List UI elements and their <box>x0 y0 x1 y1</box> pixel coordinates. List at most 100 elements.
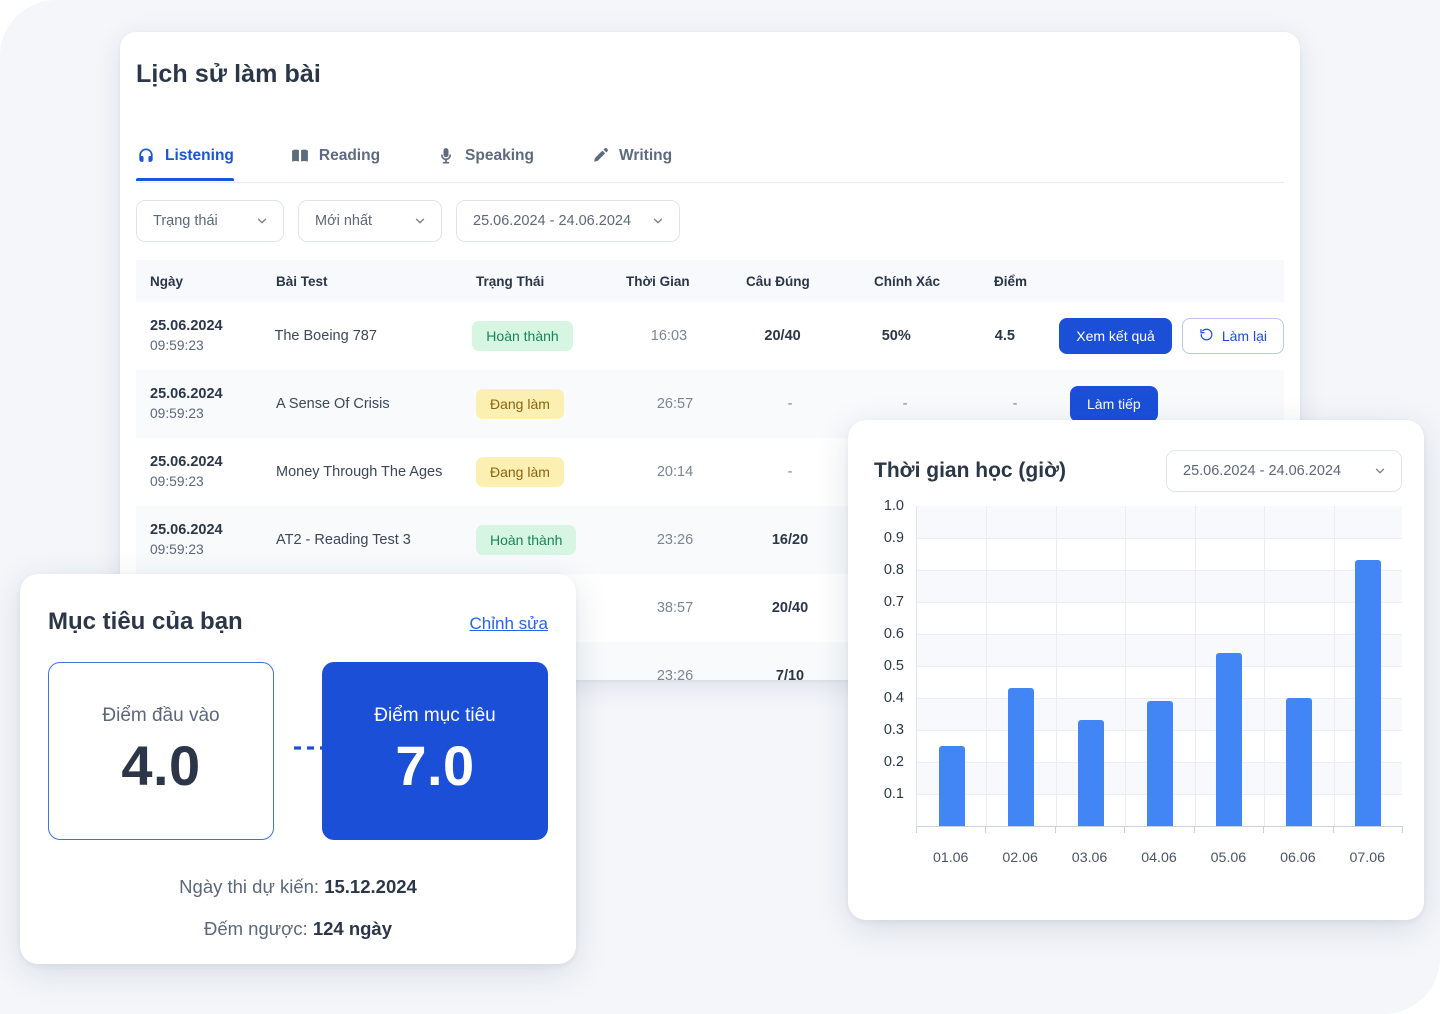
tab-speaking[interactable]: Speaking <box>436 132 534 180</box>
countdown-line: Đếm ngược: 124 ngày <box>20 908 576 950</box>
chart-date-range-select[interactable]: 25.06.2024 - 24.06.2024 <box>1166 450 1402 492</box>
chart-y-axis: 1.0 0.9 0.8 0.7 0.6 0.5 0.4 0.3 0.2 0.1 <box>870 498 912 826</box>
status-badge: Hoàn thành <box>472 321 573 351</box>
entry-score-box: Điểm đầu vào 4.0 <box>48 662 274 840</box>
cell-actions: Xem kết quả Làm lại <box>1059 318 1284 354</box>
chart-canvas <box>916 506 1402 826</box>
sort-filter-select[interactable]: Mới nhất <box>298 200 442 242</box>
chart-gridline-v <box>1264 506 1266 826</box>
chart-x-tick-mark <box>916 826 917 833</box>
chart-y-tick-label: 0.2 <box>883 754 904 770</box>
cell-test-name: AT2 - Reading Test 3 <box>276 531 411 548</box>
chart-gridline-v <box>1333 506 1335 826</box>
date-range-filter-select[interactable]: 25.06.2024 - 24.06.2024 <box>456 200 680 242</box>
target-score-label: Điểm mục tiêu <box>374 704 496 726</box>
chart-gridline-v <box>1125 506 1127 826</box>
chart-x-tick-label: 01.06 <box>932 850 969 866</box>
goal-meta: Ngày thi dự kiến: 15.12.2024 Đếm ngược: … <box>20 866 576 950</box>
chart-x-tick-mark <box>1124 826 1126 833</box>
action-button[interactable]: Xem kết quả <box>1059 318 1172 354</box>
countdown-value: 124 ngày <box>312 918 392 939</box>
sort-filter-value: Mới nhất <box>315 213 373 229</box>
edit-goal-link[interactable]: Chỉnh sửa <box>470 614 548 634</box>
tab-writing[interactable]: Writing <box>590 132 672 180</box>
cell-duration: 23:26 <box>656 532 694 548</box>
countdown-label: Đếm ngược: <box>203 918 308 939</box>
chevron-down-icon <box>257 218 267 224</box>
chart-bar[interactable] <box>1355 560 1382 826</box>
cell-duration: 20:14 <box>656 464 694 480</box>
retry-button[interactable]: Làm lại <box>1181 318 1284 354</box>
entry-score-value: 4.0 <box>121 733 201 797</box>
chart-bar[interactable] <box>1216 653 1243 826</box>
status-filter-select[interactable]: Trạng thái <box>136 200 284 242</box>
cell-correct: - <box>787 396 793 412</box>
cell-date: 25.06.2024 09:59:23 <box>136 520 276 560</box>
chart-gridline-h <box>917 698 1402 699</box>
cell-correct: 20/40 <box>771 600 809 616</box>
chart-x-tick-mark <box>1263 826 1265 833</box>
headphones-icon <box>136 146 156 166</box>
refresh-icon <box>1199 327 1214 345</box>
chart-x-tick-mark <box>985 826 987 833</box>
cell-date: 25.06.2024 09:59:23 <box>136 452 276 492</box>
chart-gridline-h <box>917 602 1402 603</box>
column-header-score: Điểm <box>994 273 1028 289</box>
filter-bar: Trạng thái Mới nhất 25.06.2024 - 24.06.2… <box>136 200 680 242</box>
chart-y-tick-label: 0.9 <box>883 530 904 546</box>
table-row[interactable]: 25.06.2024 09:59:23 The Boeing 787 Hoàn thà… <box>136 302 1284 370</box>
chart-y-tick-label: 0.3 <box>883 722 904 738</box>
column-header-status: Trạng Thái <box>476 273 545 289</box>
cell-actions: Làm tiếp <box>1070 386 1284 422</box>
column-header-test: Bài Test <box>276 273 328 289</box>
chart-x-tick-mark <box>1193 826 1195 833</box>
goal-title: Mục tiêu của bạn <box>48 608 243 635</box>
exam-date-label: Ngày thi dự kiến: <box>179 876 320 897</box>
chart-plot-area: 1.0 0.9 0.8 0.7 0.6 0.5 0.4 0.3 0.2 0.1 01.06 02.0… <box>870 498 1403 886</box>
column-header-duration: Thời Gian <box>626 273 690 289</box>
tab-label: Listening <box>165 147 234 164</box>
row-time: 09:59:23 <box>150 474 204 489</box>
chart-title: Thời gian học (giờ) <box>874 459 1067 482</box>
chart-gridline-h <box>917 538 1402 539</box>
chart-bar[interactable] <box>1147 701 1173 826</box>
tab-label: Reading <box>318 147 381 164</box>
exam-date-line: Ngày thi dự kiến: 15.12.2024 <box>20 866 576 908</box>
cell-date: 25.06.2024 09:59:23 <box>136 316 275 356</box>
study-time-chart-card: Thời gian học (giờ) 25.06.2024 - 24.06.2… <box>848 420 1424 920</box>
page-title: Lịch sử làm bài <box>136 60 321 88</box>
status-badge: Hoàn thành <box>476 525 577 555</box>
cell-date: 25.06.2024 09:59:23 <box>136 384 276 424</box>
cell-accuracy: 50% <box>881 328 911 344</box>
chart-x-tick-mark <box>1402 826 1403 833</box>
button-label: Làm tiếp <box>1087 396 1141 412</box>
chart-y-tick-label: 0.8 <box>883 562 904 578</box>
cell-status: Hoàn thành <box>476 525 620 555</box>
pencil-icon <box>590 146 610 166</box>
chevron-down-icon <box>1375 468 1385 474</box>
chart-bar[interactable] <box>1077 720 1104 826</box>
chevron-down-icon <box>653 218 663 224</box>
cell-status: Đang làm <box>476 389 620 419</box>
chart-gridline-v <box>986 506 988 826</box>
chart-header: Thời gian học (giờ) 25.06.2024 - 24.06.2… <box>874 450 1402 492</box>
status-badge: Đang làm <box>476 457 564 487</box>
cell-test-name: The Boeing 787 <box>274 327 377 344</box>
chart-grid-band <box>917 570 1402 602</box>
row-date: 25.06.2024 <box>150 522 223 538</box>
cell-status: Đang làm <box>476 457 620 487</box>
tab-listening[interactable]: Listening <box>136 132 234 181</box>
entry-score-label: Điểm đầu vào <box>102 704 220 726</box>
chart-x-tick-label: 05.06 <box>1210 850 1247 866</box>
chart-bar[interactable] <box>938 746 965 826</box>
action-button[interactable]: Làm tiếp <box>1070 386 1158 422</box>
chart-grid-band <box>917 634 1402 666</box>
button-label: Xem kết quả <box>1076 328 1155 344</box>
chart-y-tick-label: 0.4 <box>883 690 904 706</box>
chart-bar[interactable] <box>1008 688 1035 826</box>
chart-y-tick-label: 0.6 <box>883 626 904 642</box>
tab-reading[interactable]: Reading <box>290 132 380 180</box>
chart-bar[interactable] <box>1285 698 1312 826</box>
chevron-down-icon <box>415 218 425 224</box>
screenshot-root: Lịch sử làm bài Listening Reading Speaki… <box>0 0 1440 1014</box>
